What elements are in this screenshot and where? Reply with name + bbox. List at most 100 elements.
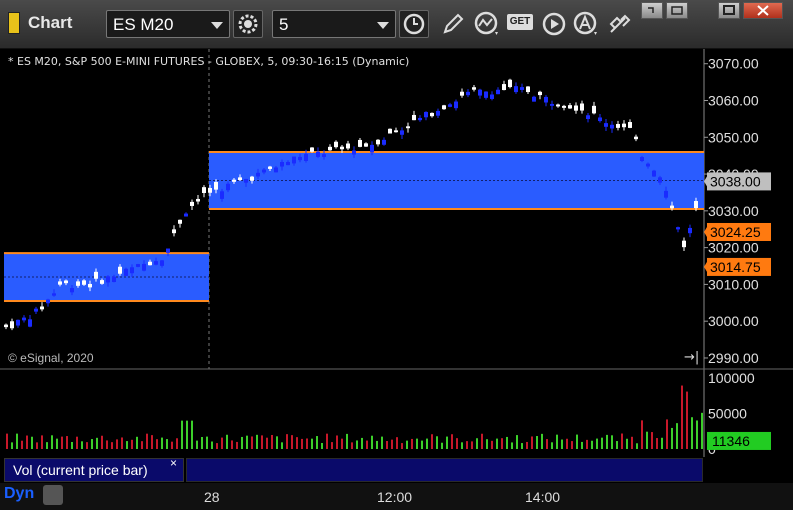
price-tick-label: 3000.00	[708, 313, 759, 329]
price-tick-label: 3020.00	[708, 240, 759, 256]
time-label-1400: 14:00	[525, 489, 561, 505]
candle-body	[520, 87, 524, 90]
time-button[interactable]	[399, 10, 429, 38]
candle-body	[592, 105, 596, 114]
chevron-down-icon	[211, 22, 223, 29]
volume-bar	[81, 441, 83, 449]
volume-bar	[411, 438, 413, 449]
study-icon[interactable]	[472, 10, 502, 38]
candle-body	[70, 288, 74, 293]
get-data-icon[interactable]: GET	[507, 14, 533, 30]
volume-bar	[671, 427, 673, 449]
chevron-down-icon	[377, 22, 389, 29]
candle-body	[418, 117, 422, 121]
candle-body	[490, 94, 494, 99]
chart-window-icon	[8, 12, 20, 34]
volume-pane-header	[186, 458, 703, 482]
volume-bar	[211, 441, 213, 449]
dynamic-mode-label[interactable]: Dyn	[4, 485, 34, 503]
candle-body	[682, 240, 686, 248]
volume-bar	[61, 436, 63, 449]
lock-icon[interactable]	[43, 485, 63, 505]
candle-body	[310, 147, 314, 152]
volume-bar	[26, 435, 28, 449]
candle-body	[370, 144, 374, 153]
volume-tick-label: 100000	[708, 370, 755, 386]
candle-body	[664, 190, 668, 198]
time-label-28: 28	[204, 489, 220, 505]
scroll-end-icon[interactable]: →|	[684, 350, 699, 365]
window-minimize-button[interactable]	[666, 2, 688, 19]
candle-body	[484, 91, 488, 98]
volume-bar	[391, 439, 393, 449]
candle-body	[142, 263, 146, 271]
volume-bar	[401, 443, 403, 449]
price-tick-label: 3010.00	[708, 276, 759, 292]
window-restore-button[interactable]	[641, 2, 663, 19]
candle-body	[442, 105, 446, 110]
volume-bar	[101, 435, 103, 449]
interval-combo[interactable]: 5	[272, 10, 396, 38]
candle-body	[130, 267, 134, 274]
candle-body	[406, 126, 410, 129]
candle-body	[298, 156, 302, 161]
volume-bar	[281, 442, 283, 449]
volume-bar	[506, 436, 508, 449]
volume-bar	[31, 436, 33, 449]
volume-bar	[596, 438, 598, 449]
symbol-combo[interactable]: ES M20	[106, 10, 230, 38]
candle-body	[262, 169, 266, 173]
play-icon[interactable]	[541, 11, 567, 37]
window-close-button[interactable]	[743, 2, 783, 19]
candle-body	[508, 79, 512, 88]
price-chart[interactable]: 3070.003060.003050.003040.003030.003020.…	[0, 49, 793, 510]
candle-body	[286, 161, 290, 166]
chart-area[interactable]: 3070.003060.003050.003040.003030.003020.…	[0, 49, 793, 510]
alert-icon[interactable]	[571, 10, 601, 38]
candle-body	[502, 84, 506, 91]
window-maximize-button[interactable]	[718, 2, 740, 19]
candle-body	[622, 123, 626, 128]
volume-bar	[386, 440, 388, 449]
candle-body	[244, 178, 248, 183]
candle-body	[118, 266, 122, 274]
volume-bar	[66, 436, 68, 449]
candle-body	[616, 123, 620, 128]
volume-bar	[466, 441, 468, 449]
volume-bar	[151, 435, 153, 449]
volume-bar	[226, 434, 228, 449]
copyright-text: © eSignal, 2020	[8, 351, 94, 365]
volume-bar	[376, 440, 378, 449]
candle-body	[628, 122, 632, 128]
volume-bar	[561, 439, 563, 449]
volume-bar	[321, 442, 323, 449]
volume-bar	[451, 434, 453, 449]
volume-bar	[191, 420, 193, 449]
candle-body	[604, 123, 608, 127]
volume-bar	[456, 438, 458, 449]
candle-body	[10, 321, 14, 329]
pencil-icon[interactable]	[440, 11, 466, 37]
pane-close-icon[interactable]: ×	[170, 456, 177, 470]
volume-bar	[566, 438, 568, 449]
candle-body	[160, 260, 164, 266]
price-tick-label: 3060.00	[708, 92, 759, 108]
candle-body	[328, 146, 332, 151]
volume-bar	[246, 435, 248, 449]
volume-bar	[46, 442, 48, 449]
candle-body	[430, 112, 434, 117]
volume-bar	[266, 437, 268, 449]
volume-bar	[106, 440, 108, 449]
last-price-marker-label: 3038.00	[710, 173, 761, 189]
candle-body	[472, 87, 476, 90]
candle-body	[94, 271, 98, 279]
volume-bar	[301, 438, 303, 449]
volume-bar	[421, 440, 423, 449]
candle-body	[100, 280, 104, 284]
volume-bar	[431, 434, 433, 449]
candle-body	[352, 150, 356, 155]
volume-bar	[146, 433, 148, 449]
settings-button[interactable]	[233, 10, 263, 38]
candle-body	[178, 219, 182, 224]
link-icon[interactable]	[605, 10, 631, 38]
